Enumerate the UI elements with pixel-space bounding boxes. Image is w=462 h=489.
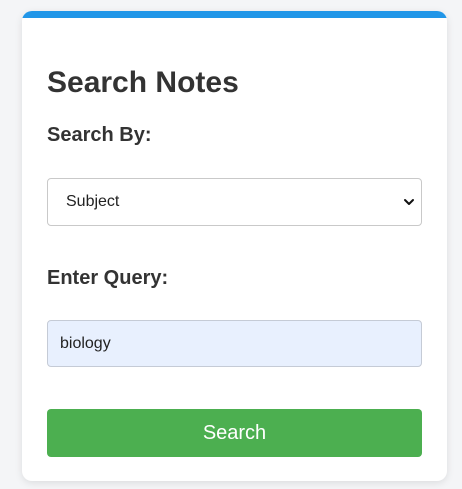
query-input[interactable]	[47, 320, 422, 367]
enter-query-label: Enter Query:	[47, 267, 169, 289]
search-by-label: Search By:	[47, 124, 152, 146]
chevron-down-icon	[404, 199, 414, 205]
card-accent-bar	[22, 11, 447, 18]
search-by-selected-value: Subject	[66, 193, 120, 210]
search-notes-card: Search Notes Search By: Subject Enter Qu…	[22, 11, 447, 481]
page-title: Search Notes	[47, 66, 239, 99]
search-button[interactable]: Search	[47, 409, 422, 457]
search-by-select[interactable]: Subject	[47, 178, 422, 226]
